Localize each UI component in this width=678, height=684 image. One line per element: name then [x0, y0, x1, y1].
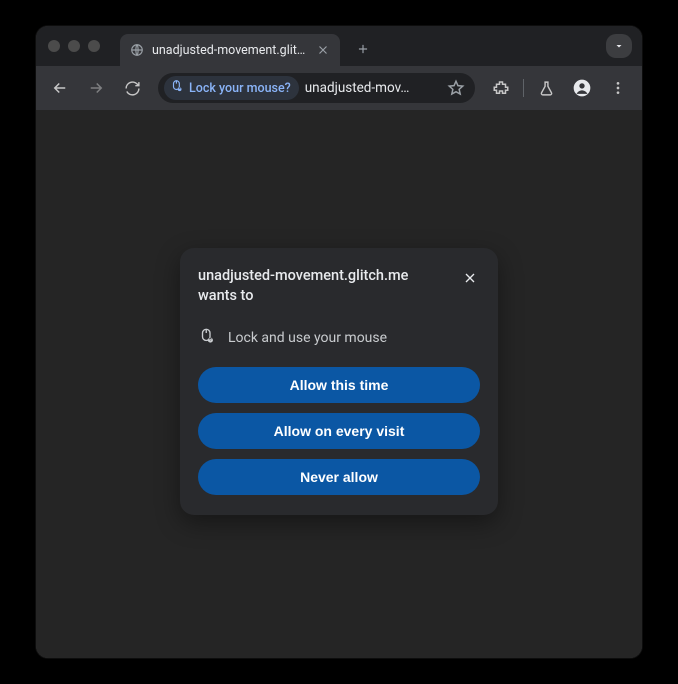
window-close[interactable]	[48, 40, 60, 52]
permission-label: Lock and use your mouse	[228, 330, 387, 346]
browser-tab[interactable]: unadjusted-movement.glitch.	[120, 34, 340, 66]
profile-button[interactable]	[566, 72, 598, 104]
tab-search-button[interactable]	[606, 34, 632, 58]
window-zoom[interactable]	[88, 40, 100, 52]
dialog-close-button[interactable]	[460, 268, 480, 288]
address-bar[interactable]: Lock your mouse? unadjusted-mov…	[158, 73, 475, 103]
permission-dialog: unadjusted-movement.glitch.me wants to L…	[180, 248, 498, 515]
url-text: unadjusted-mov…	[305, 80, 441, 96]
allow-this-time-button[interactable]: Allow this time	[198, 367, 480, 403]
globe-icon	[130, 43, 144, 57]
new-tab-button[interactable]	[350, 36, 376, 62]
window-minimize[interactable]	[68, 40, 80, 52]
page-content: unadjusted-movement.glitch.me wants to L…	[36, 110, 642, 658]
reload-button[interactable]	[116, 72, 148, 104]
tab-strip: unadjusted-movement.glitch.	[36, 26, 642, 66]
allow-every-visit-button[interactable]: Allow on every visit	[198, 413, 480, 449]
permission-chip[interactable]: Lock your mouse?	[164, 76, 299, 100]
close-icon[interactable]	[316, 43, 330, 57]
bookmark-icon[interactable]	[447, 79, 465, 97]
back-button[interactable]	[44, 72, 76, 104]
dialog-title: unadjusted-movement.glitch.me wants to	[198, 266, 450, 307]
mouse-lock-icon	[170, 79, 184, 97]
permission-row: Lock and use your mouse	[198, 327, 480, 349]
extensions-button[interactable]	[485, 72, 517, 104]
toolbar: Lock your mouse? unadjusted-mov…	[36, 66, 642, 110]
toolbar-divider	[523, 79, 524, 97]
forward-button[interactable]	[80, 72, 112, 104]
menu-button[interactable]	[602, 72, 634, 104]
mouse-lock-icon	[198, 327, 216, 349]
browser-window: unadjusted-movement.glitch.	[36, 26, 642, 658]
never-allow-button[interactable]: Never allow	[198, 459, 480, 495]
labs-button[interactable]	[530, 72, 562, 104]
window-controls	[48, 40, 100, 52]
tab-title: unadjusted-movement.glitch.	[152, 43, 308, 58]
permission-chip-label: Lock your mouse?	[189, 81, 291, 96]
